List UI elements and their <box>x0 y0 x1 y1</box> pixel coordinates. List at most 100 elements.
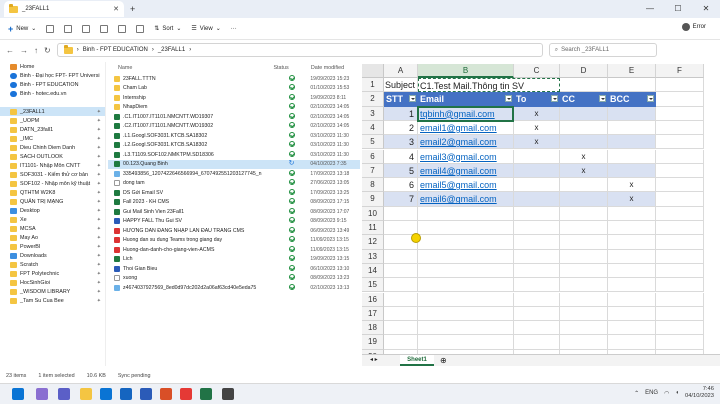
close-tab-icon[interactable]: ✕ <box>113 5 119 13</box>
nav-item[interactable]: DATN_23fall1 ✦ <box>0 125 105 134</box>
filter-dropdown-icon[interactable] <box>551 95 558 103</box>
row-header[interactable]: 18 <box>362 321 384 336</box>
cut-icon[interactable] <box>46 24 55 33</box>
table-header-email[interactable]: Email <box>418 92 514 107</box>
file-row[interactable]: Fall 2023 - KH CMS 08/09/2023 17:15 <box>108 198 360 208</box>
filter-dropdown-icon[interactable] <box>647 95 654 103</box>
nav-item[interactable]: QUẢN TRỊ MẠNG ✦ <box>0 197 105 206</box>
nav-item[interactable]: MCSA ✦ <box>0 224 105 233</box>
table-header-bcc[interactable]: BCC <box>608 92 656 107</box>
row-header[interactable]: 10 <box>362 206 384 221</box>
cell[interactable] <box>656 335 704 350</box>
bcc-cell[interactable]: x <box>608 178 656 193</box>
file-row[interactable]: Lich 19/09/2023 13:15 <box>108 255 360 265</box>
nav-item[interactable]: _Tam Su Cua Bee ✦ <box>0 296 105 305</box>
cell[interactable] <box>656 278 704 293</box>
share-icon[interactable] <box>118 24 127 33</box>
onedrive-error-status[interactable]: Error <box>681 23 706 31</box>
cell[interactable] <box>560 78 608 93</box>
cell[interactable] <box>514 321 560 336</box>
language-indicator[interactable]: ENG <box>645 390 658 396</box>
nav-item[interactable]: Binh - hotec.edu.vn <box>0 89 105 98</box>
row-header[interactable]: 1 <box>362 78 384 93</box>
new-button[interactable]: + New ⌄ <box>8 24 36 34</box>
cell[interactable] <box>384 335 418 350</box>
file-row[interactable]: Huong dan su dung Teams trong giang day 1… <box>108 236 360 246</box>
close-window-button[interactable]: ✕ <box>692 0 720 18</box>
tray-chevron-icon[interactable]: ⌃ <box>634 390 639 397</box>
bcc-cell[interactable] <box>608 163 656 179</box>
row-header[interactable]: 16 <box>362 292 384 307</box>
cell[interactable] <box>418 306 514 322</box>
row-header[interactable]: 4 <box>362 120 384 136</box>
filter-dropdown-icon[interactable] <box>409 95 416 103</box>
cell[interactable] <box>418 221 514 236</box>
cell[interactable] <box>656 120 704 136</box>
bcc-cell[interactable]: x <box>608 192 656 207</box>
powerpoint-icon[interactable] <box>160 388 172 400</box>
cell[interactable] <box>656 92 704 107</box>
cell[interactable] <box>418 278 514 293</box>
to-cell[interactable]: x <box>514 106 560 121</box>
stt-cell[interactable]: 4 <box>384 149 418 164</box>
stt-cell[interactable]: 2 <box>384 120 418 136</box>
cc-cell[interactable]: x <box>560 149 608 164</box>
cell[interactable] <box>384 306 418 322</box>
cell[interactable] <box>656 221 704 236</box>
file-row[interactable]: .L3.T1109.SOF102.NMKTPM.SD18306 03/10/202… <box>108 150 360 160</box>
column-header-d[interactable]: D <box>560 64 608 78</box>
row-header[interactable]: 5 <box>362 135 384 150</box>
column-header-f[interactable]: F <box>656 64 704 78</box>
stt-cell[interactable]: 7 <box>384 192 418 207</box>
nav-item[interactable]: _IMC ✦ <box>0 134 105 143</box>
cell[interactable] <box>608 206 656 221</box>
add-sheet-button[interactable]: ⊕ <box>440 356 447 365</box>
cell[interactable] <box>514 335 560 350</box>
nav-item[interactable]: Desktop ✦ <box>0 206 105 215</box>
file-row[interactable]: .L2.Googl.SOF3031.KTCB.SA18302 03/10/2023… <box>108 141 360 151</box>
email-cell[interactable]: email3@gmail.com <box>418 149 514 164</box>
cc-cell[interactable] <box>560 120 608 136</box>
row-header[interactable]: 12 <box>362 235 384 250</box>
cc-cell[interactable] <box>560 135 608 150</box>
cell[interactable] <box>384 263 418 279</box>
cell[interactable] <box>384 206 418 221</box>
cell[interactable] <box>514 263 560 279</box>
nav-item[interactable]: HocSinhGioi ✦ <box>0 278 105 287</box>
nav-item[interactable]: SOF3031 - Kiểm thử cơ bản ✦ <box>0 170 105 179</box>
subject-value-cell[interactable]: C1.Test Mail.Thông tin SV <box>418 78 560 93</box>
status-column-header[interactable]: Status <box>273 65 310 71</box>
nav-item[interactable]: Scratch ✦ <box>0 260 105 269</box>
more-options-icon[interactable]: ··· <box>231 26 237 32</box>
bcc-cell[interactable] <box>608 106 656 121</box>
sheet-nav-icon[interactable]: ◂ ▸ <box>370 356 378 363</box>
clock[interactable]: 7:46 04/10/2023 <box>685 386 714 400</box>
refresh-button[interactable]: ↻ <box>44 46 51 55</box>
sheet-tab[interactable]: Sheet1 <box>400 355 434 366</box>
file-row[interactable]: NhapDiem 02/10/2023 14:05 <box>108 103 360 113</box>
bcc-cell[interactable] <box>608 120 656 136</box>
stt-cell[interactable]: 6 <box>384 178 418 193</box>
cell[interactable] <box>608 306 656 322</box>
cell[interactable] <box>514 278 560 293</box>
cell[interactable] <box>560 321 608 336</box>
maximize-button[interactable]: ☐ <box>664 0 692 18</box>
delete-icon[interactable] <box>136 24 145 33</box>
minimize-button[interactable]: — <box>636 0 664 18</box>
cell[interactable] <box>418 206 514 221</box>
row-header[interactable]: 2 <box>362 92 384 107</box>
cell[interactable] <box>608 335 656 350</box>
cell[interactable] <box>656 163 704 179</box>
cell[interactable] <box>418 235 514 250</box>
cell[interactable] <box>656 149 704 164</box>
cell[interactable] <box>608 278 656 293</box>
cc-cell[interactable]: x <box>560 163 608 179</box>
word-icon[interactable] <box>140 388 152 400</box>
table-header-to[interactable]: To <box>514 92 560 107</box>
to-cell[interactable] <box>514 178 560 193</box>
nav-item[interactable]: Downloads ✦ <box>0 251 105 260</box>
cell[interactable] <box>384 321 418 336</box>
cell[interactable] <box>656 78 704 93</box>
cell[interactable] <box>418 263 514 279</box>
cell[interactable] <box>656 321 704 336</box>
